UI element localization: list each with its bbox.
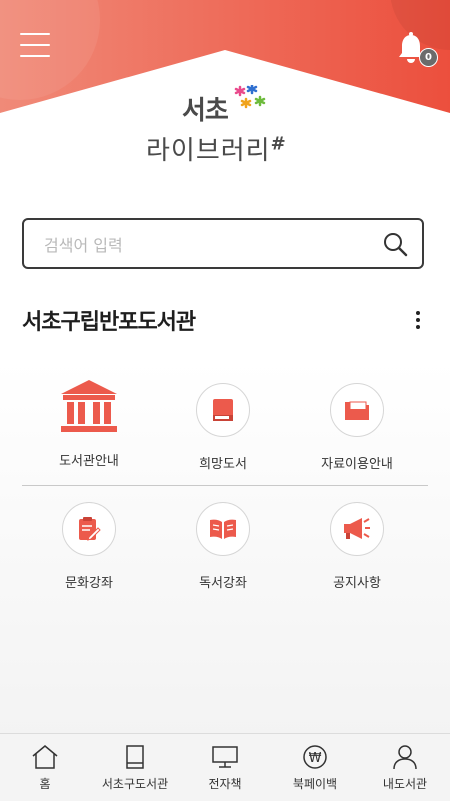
megaphone-icon [330, 502, 384, 556]
open-book-icon [196, 502, 250, 556]
logo-bottom-text: 라이브러리# [146, 133, 287, 166]
tile-library-info[interactable]: 도서관안내 [22, 380, 156, 469]
nav-seocho-libraries[interactable]: 서초구도서관 [90, 734, 180, 801]
book-icon [196, 383, 250, 437]
nav-ebook[interactable]: 전자책 [180, 734, 270, 801]
bottom-navigation: 홈 서초구도서관 전자책 ₩ 북페이백 내도서관 [0, 733, 450, 801]
user-icon [393, 745, 417, 770]
tiles-divider [22, 485, 428, 486]
notification-badge: 0 [419, 48, 438, 67]
nav-home[interactable]: 홈 [0, 734, 90, 801]
nav-label: 홈 [39, 777, 51, 791]
tile-wish-book[interactable]: 희망도서 [156, 383, 290, 472]
home-icon [32, 745, 58, 769]
logo-top-text: 서초 [182, 96, 229, 126]
nav-label: 북페이백 [292, 777, 338, 791]
logo-stars-icon [234, 85, 266, 109]
search-box [22, 218, 424, 269]
svg-text:₩: ₩ [309, 751, 322, 766]
won-coin-icon: ₩ [303, 745, 327, 769]
nav-book-payback[interactable]: ₩ 북페이백 [270, 734, 360, 801]
tile-label: 자료이용안내 [321, 457, 393, 472]
nav-label: 전자책 [208, 777, 242, 791]
tile-label: 문화강좌 [65, 576, 113, 591]
folder-icon [330, 383, 384, 437]
tile-label: 희망도서 [199, 457, 247, 472]
library-building-icon [22, 380, 156, 434]
tile-label: 독서강좌 [199, 576, 247, 591]
tile-reading-class[interactable]: 독서강좌 [156, 502, 290, 591]
tile-resource-guide[interactable]: 자료이용안내 [290, 383, 424, 472]
nav-label: 내도서관 [382, 777, 428, 791]
search-input[interactable] [42, 232, 376, 258]
document-pen-icon [62, 502, 116, 556]
book-icon [126, 745, 144, 769]
hamburger-menu-icon[interactable] [20, 33, 50, 57]
monitor-icon [212, 746, 238, 768]
tile-notice[interactable]: 공지사항 [290, 502, 424, 591]
tile-label: 도서관안내 [59, 454, 119, 469]
library-name: 서초구립반포도서관 [22, 310, 196, 335]
tile-label: 공지사항 [333, 576, 381, 591]
seocho-library-logo: 서초 라이브러리# [146, 85, 306, 166]
nav-label: 서초구도서관 [101, 777, 169, 791]
search-icon[interactable] [382, 231, 408, 257]
tile-culture-class[interactable]: 문화강좌 [22, 502, 156, 591]
nav-my-library[interactable]: 내도서관 [360, 734, 450, 801]
more-vertical-icon[interactable] [408, 308, 428, 334]
